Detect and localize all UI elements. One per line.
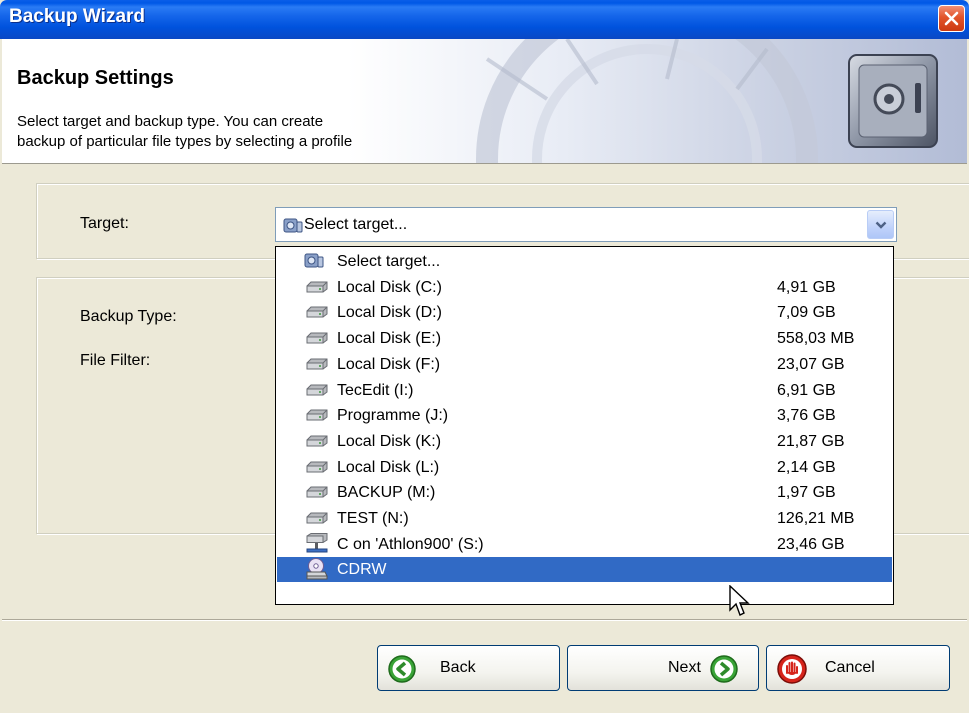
dropdown-item[interactable]: Local Disk (C:) 4,91 GB: [277, 275, 892, 300]
drive-icon: [305, 357, 329, 376]
dropdown-item-size: 3,76 GB: [777, 407, 836, 425]
dropdown-item-size: 23,07 GB: [777, 355, 845, 373]
dropdown-item-label: C on 'Athlon900' (S:): [337, 535, 484, 553]
dropdown-item-size: 23,46 GB: [777, 535, 845, 553]
drive-icon: [305, 460, 329, 479]
arrow-right-icon: [710, 655, 738, 683]
dropdown-item-selected[interactable]: CDRW: [277, 557, 892, 585]
dropdown-item-label: Local Disk (L:): [337, 458, 440, 476]
dropdown-item[interactable]: TecEdit (I:) 6,91 GB: [277, 378, 892, 403]
target-icon: [304, 252, 324, 275]
network-drive-icon: [305, 532, 329, 560]
dropdown-item-size: 21,87 GB: [777, 432, 845, 450]
dropdown-item-size: 6,91 GB: [777, 381, 836, 399]
backup-type-label: Backup Type:: [80, 308, 177, 325]
close-icon: [944, 11, 959, 26]
drive-icon: [305, 434, 329, 453]
dropdown-item-label: Programme (J:): [337, 407, 449, 425]
cd-drive-icon: [305, 558, 329, 585]
drive-icon: [305, 280, 329, 299]
cancel-button[interactable]: Cancel: [766, 645, 950, 691]
drive-icon: [305, 485, 329, 504]
dropdown-item[interactable]: C on 'Athlon900' (S:) 23,46 GB: [277, 532, 892, 557]
footer-separator: [2, 619, 967, 621]
back-button[interactable]: Back: [377, 645, 560, 691]
dropdown-item-size: 4,91 GB: [777, 278, 836, 296]
window-title: Backup Wizard: [9, 6, 146, 27]
dropdown-item[interactable]: TEST (N:) 126,21 MB: [277, 506, 892, 531]
dropdown-item-label: BACKUP (M:): [337, 484, 436, 502]
wizard-header: Backup Settings Select target and backup…: [2, 39, 967, 164]
cancel-button-label: Cancel: [825, 659, 875, 676]
drive-icon: [305, 511, 329, 530]
dropdown-item-label: Local Disk (C:): [337, 278, 442, 296]
back-button-label: Back: [440, 659, 476, 676]
next-button-label: Next: [668, 659, 701, 676]
target-label: Target:: [80, 215, 129, 232]
page-description: Select target and backup type. You can c…: [17, 113, 353, 150]
dropdown-item-label: TEST (N:): [337, 510, 409, 527]
dropdown-item-label: Local Disk (D:): [337, 304, 442, 322]
drive-icon: [305, 331, 329, 350]
dropdown-item-label: CDRW: [337, 561, 387, 579]
file-filter-label: File Filter:: [80, 352, 151, 369]
dropdown-item[interactable]: Programme (J:) 3,76 GB: [277, 403, 892, 428]
drive-icon: [305, 305, 329, 324]
target-combobox-value: Select target...: [304, 216, 408, 233]
mouse-pointer-icon: [729, 585, 750, 616]
title-bar: Backup Wizard: [0, 0, 969, 39]
target-icon: [283, 218, 303, 233]
dropdown-item-label: Local Disk (E:): [337, 330, 442, 348]
dropdown-item[interactable]: Select target...: [277, 249, 892, 274]
safe-icon: [848, 54, 938, 148]
next-button[interactable]: Next: [567, 645, 759, 691]
dropdown-item-size: 2,14 GB: [777, 458, 836, 476]
dropdown-item-label: Local Disk (K:): [337, 432, 442, 450]
dropdown-item-size: 1,97 GB: [777, 484, 836, 502]
page-title: Backup Settings: [17, 67, 174, 89]
dropdown-item-label: Local Disk (F:): [337, 355, 441, 373]
drive-icon: [305, 408, 329, 427]
dropdown-item[interactable]: Local Disk (L:) 2,14 GB: [277, 455, 892, 480]
dropdown-item[interactable]: Local Disk (K:) 21,87 GB: [277, 429, 892, 454]
dropdown-item[interactable]: Local Disk (D:) 7,09 GB: [277, 300, 892, 325]
chevron-down-icon: [875, 221, 886, 229]
dropdown-item[interactable]: Local Disk (F:) 23,07 GB: [277, 352, 892, 377]
arrow-left-icon: [388, 655, 416, 683]
target-combobox[interactable]: Select target...: [275, 207, 897, 242]
dropdown-item-size: 126,21 MB: [777, 510, 855, 527]
combobox-dropdown-button[interactable]: [867, 210, 894, 239]
stop-hand-icon: [777, 654, 807, 684]
dropdown-item-size: 7,09 GB: [777, 304, 836, 322]
dropdown-item-size: 558,03 MB: [777, 330, 855, 348]
drive-icon: [305, 383, 329, 402]
dropdown-item[interactable]: BACKUP (M:) 1,97 GB: [277, 480, 892, 505]
dropdown-item-label: TecEdit (I:): [337, 381, 414, 399]
dropdown-item[interactable]: Local Disk (E:) 558,03 MB: [277, 326, 892, 351]
dropdown-item-label: Select target...: [337, 253, 441, 270]
close-button[interactable]: [938, 5, 965, 32]
target-dropdown-list[interactable]: Select target... Local Disk (C:) 4,91 GB Lo…: [275, 246, 894, 605]
